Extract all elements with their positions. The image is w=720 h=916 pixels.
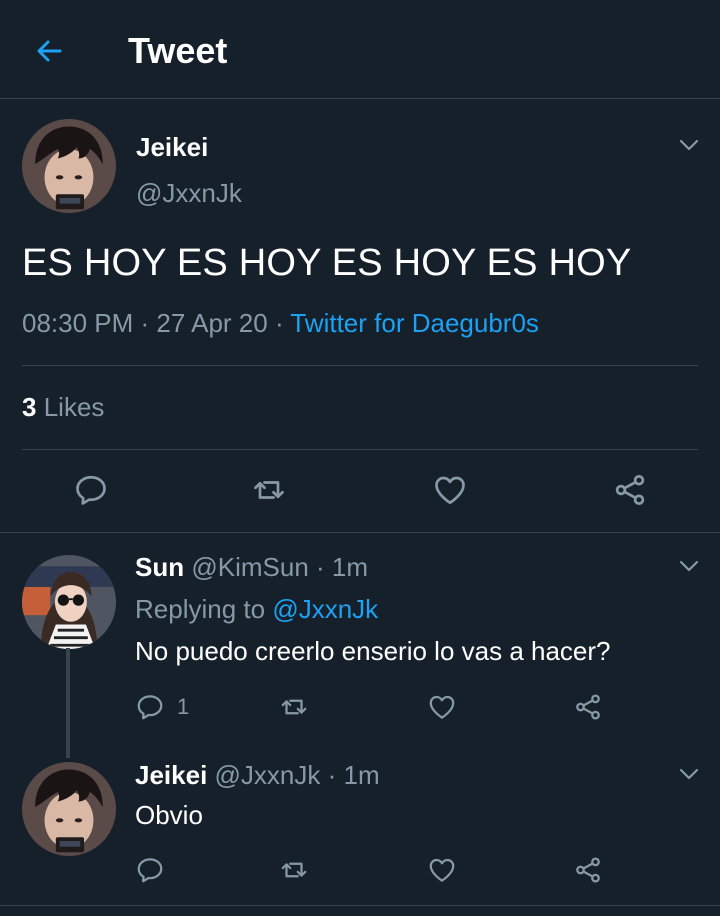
likes-stat[interactable]: 3 Likes — [22, 392, 104, 423]
back-button[interactable] — [28, 30, 70, 72]
reply-header: Jeikei @JxxnJk · 1m — [135, 760, 380, 790]
retweet-icon — [278, 692, 310, 722]
divider — [0, 905, 720, 906]
avatar[interactable] — [22, 555, 116, 649]
author-name[interactable]: Jeikei — [136, 132, 208, 163]
like-icon — [432, 472, 468, 508]
tweet-meta: 08:30 PM · 27 Apr 20 · Twitter for Daegu… — [22, 308, 539, 338]
tweet-text: ES HOY ES HOY ES HOY ES HOY — [22, 242, 632, 284]
reply-time: 1m — [343, 760, 380, 790]
retweet-button[interactable] — [250, 472, 288, 508]
share-button[interactable] — [573, 855, 603, 885]
share-icon — [573, 855, 603, 885]
like-icon — [427, 692, 457, 722]
share-icon — [573, 692, 603, 722]
reply-author-name[interactable]: Sun — [135, 552, 184, 582]
reply-count: 1 — [177, 694, 190, 719]
retweet-button[interactable] — [278, 855, 310, 885]
author-handle[interactable]: @JxxnJk — [136, 178, 242, 209]
share-button[interactable] — [573, 692, 603, 722]
tweet-date: 27 Apr 20 — [156, 308, 268, 338]
likes-label: Likes — [43, 392, 105, 422]
divider — [22, 449, 698, 450]
like-button[interactable] — [427, 692, 457, 722]
chevron-down-icon[interactable] — [678, 138, 700, 152]
tweet-source-link[interactable]: Twitter for Daegubr0s — [290, 308, 539, 338]
reply-button[interactable] — [73, 472, 109, 508]
divider — [0, 532, 720, 533]
replying-to-label: Replying to — [135, 594, 266, 624]
reply-author-handle[interactable]: @KimSun — [191, 552, 308, 582]
divider — [22, 365, 698, 366]
reply-icon — [135, 855, 165, 885]
chevron-down-icon[interactable] — [678, 559, 700, 573]
reply-button[interactable] — [135, 855, 165, 885]
reply-text: Obvio — [135, 800, 203, 830]
reply-text: No puedo creerlo enserio lo vas a hacer? — [135, 636, 611, 666]
reply-icon — [135, 692, 165, 722]
page-title: Tweet — [128, 30, 228, 71]
replying-to-link[interactable]: @JxxnJk — [272, 594, 378, 624]
reply-icon — [73, 472, 109, 508]
top-bar: Tweet — [0, 0, 720, 99]
replying-to: Replying to @JxxnJk — [135, 594, 378, 625]
retweet-button[interactable] — [278, 692, 310, 722]
like-button[interactable] — [427, 855, 457, 885]
tweet-time: 08:30 PM — [22, 308, 134, 338]
like-icon — [427, 855, 457, 885]
chevron-down-icon[interactable] — [678, 767, 700, 781]
back-arrow-icon — [37, 40, 62, 62]
reply-header: Sun @KimSun · 1m — [135, 552, 369, 582]
reply-author-handle[interactable]: @JxxnJk — [215, 760, 321, 790]
likes-count: 3 — [22, 392, 37, 422]
retweet-icon — [278, 855, 310, 885]
reply-author-name[interactable]: Jeikei — [135, 760, 207, 790]
reply-time: 1m — [331, 552, 369, 582]
share-button[interactable] — [612, 472, 648, 508]
avatar[interactable] — [22, 762, 116, 856]
share-icon — [612, 472, 648, 508]
avatar[interactable] — [22, 119, 116, 213]
retweet-icon — [250, 472, 288, 508]
like-button[interactable] — [432, 472, 468, 508]
reply-button[interactable]: 1 — [135, 692, 189, 722]
thread-line — [66, 648, 70, 758]
